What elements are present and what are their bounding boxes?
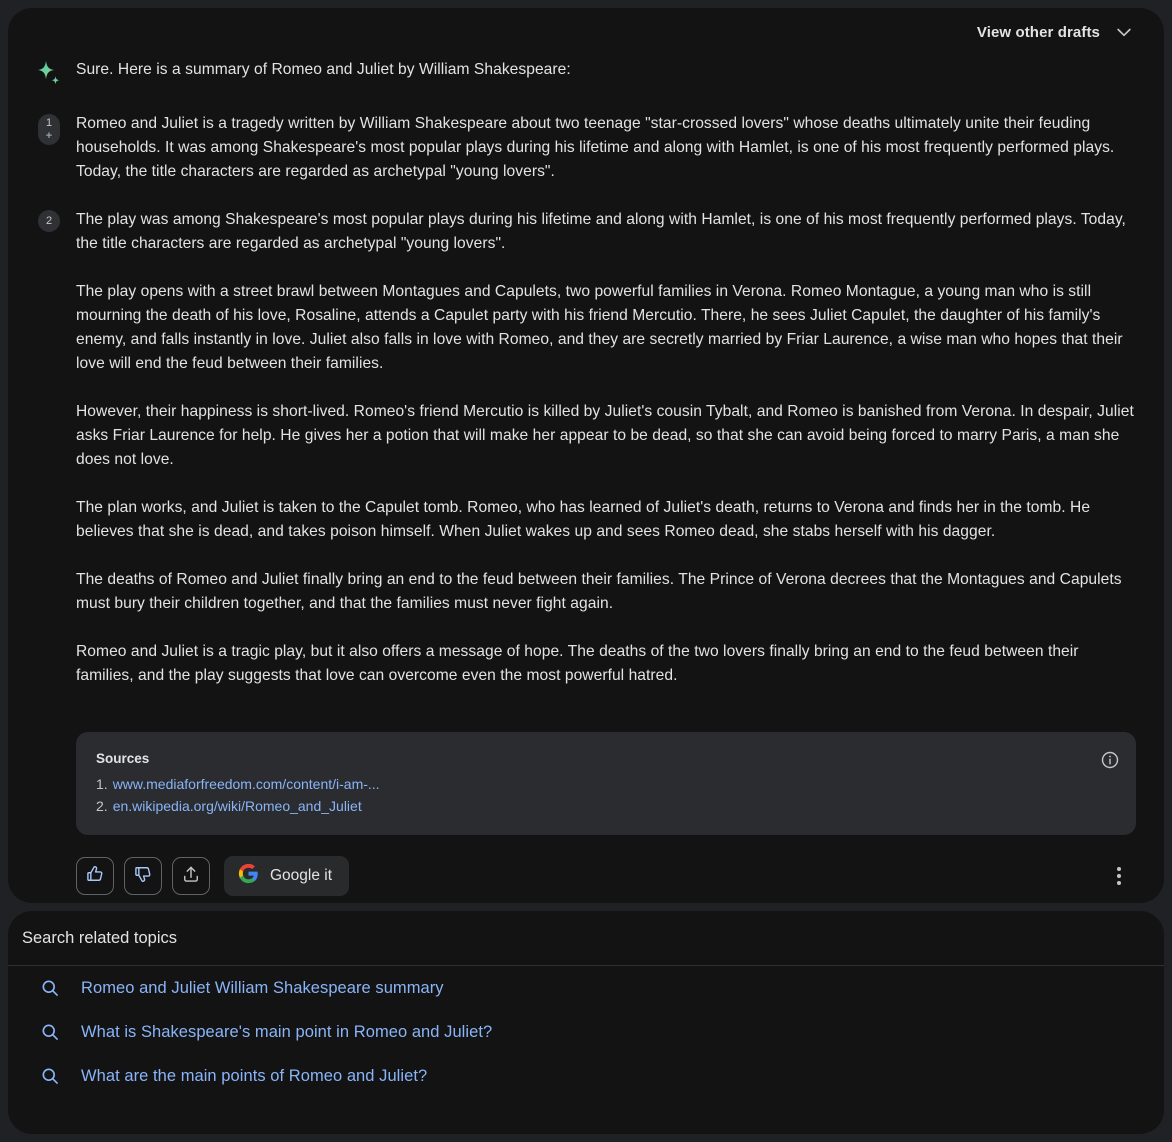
view-other-drafts-label: View other drafts bbox=[977, 24, 1100, 41]
empty-gutter bbox=[22, 280, 76, 282]
paragraph-text: Romeo and Juliet is a tragedy written by… bbox=[76, 112, 1136, 184]
google-logo-icon bbox=[238, 863, 259, 889]
view-other-drafts-button[interactable]: View other drafts bbox=[977, 22, 1134, 42]
paragraph-text: The deaths of Romeo and Juliet finally b… bbox=[76, 568, 1136, 616]
sources-panel: Sources 1. www.mediaforfreedom.com/conte… bbox=[76, 732, 1136, 835]
google-it-button[interactable]: Google it bbox=[224, 856, 349, 896]
paragraph-row-2: 2 The play was among Shakespeare's most … bbox=[8, 208, 1164, 256]
citation-expand-icon: + bbox=[46, 131, 52, 141]
citation-gutter-2: 2 bbox=[22, 208, 76, 232]
related-topics-heading: Search related topics bbox=[8, 911, 1164, 966]
paragraph-text: However, their happiness is short-lived.… bbox=[76, 400, 1136, 472]
paragraph-row-7: Romeo and Juliet is a tragic play, but i… bbox=[8, 640, 1164, 688]
avatar-gutter bbox=[22, 58, 76, 88]
paragraph-text: The plan works, and Juliet is taken to t… bbox=[76, 496, 1136, 544]
citation-badge-2[interactable]: 2 bbox=[38, 210, 60, 232]
citation-number: 2 bbox=[46, 215, 52, 227]
thumbs-down-button[interactable] bbox=[124, 857, 162, 895]
thumb-down-icon bbox=[133, 864, 153, 889]
paragraph-row-4: However, their happiness is short-lived.… bbox=[8, 400, 1164, 472]
empty-gutter bbox=[22, 400, 76, 402]
paragraph-row-5: The plan works, and Juliet is taken to t… bbox=[8, 496, 1164, 544]
source-link[interactable]: en.wikipedia.org/wiki/Romeo_and_Juliet bbox=[113, 795, 362, 817]
share-upload-icon bbox=[181, 864, 201, 889]
more-vertical-icon bbox=[1117, 874, 1121, 878]
response-body: Sure. Here is a summary of Romeo and Jul… bbox=[8, 58, 1164, 688]
paragraph-row-6: The deaths of Romeo and Juliet finally b… bbox=[8, 568, 1164, 616]
paragraph-text: Romeo and Juliet is a tragic play, but i… bbox=[76, 640, 1136, 688]
google-it-label: Google it bbox=[270, 867, 332, 885]
source-index: 1. bbox=[96, 773, 108, 795]
thumb-up-icon bbox=[85, 864, 105, 889]
more-vertical-icon bbox=[1117, 881, 1121, 885]
chevron-down-icon bbox=[1114, 22, 1134, 42]
related-topics-card: Search related topics Romeo and Juliet W… bbox=[8, 911, 1164, 1134]
empty-gutter bbox=[22, 568, 76, 570]
citation-badge-1[interactable]: 1 + bbox=[38, 114, 60, 145]
source-item: 2. en.wikipedia.org/wiki/Romeo_and_Julie… bbox=[96, 795, 1116, 817]
source-index: 2. bbox=[96, 795, 108, 817]
sparkle-icon bbox=[35, 60, 63, 88]
related-topic-item-3[interactable]: What are the main points of Romeo and Ju… bbox=[8, 1054, 1164, 1098]
paragraph-text: The play opens with a street brawl betwe… bbox=[76, 280, 1136, 376]
search-icon bbox=[40, 1022, 60, 1042]
paragraph-row-3: The play opens with a street brawl betwe… bbox=[8, 280, 1164, 376]
paragraph-text: The play was among Shakespeare's most po… bbox=[76, 208, 1136, 256]
search-icon bbox=[40, 978, 60, 998]
source-item: 1. www.mediaforfreedom.com/content/i-am-… bbox=[96, 773, 1116, 795]
more-options-button[interactable] bbox=[1104, 860, 1134, 892]
citation-gutter-1: 1 + bbox=[22, 112, 76, 145]
related-topic-label: What are the main points of Romeo and Ju… bbox=[81, 1067, 427, 1086]
empty-gutter bbox=[22, 496, 76, 498]
action-bar: Google it bbox=[76, 856, 349, 896]
source-link[interactable]: www.mediaforfreedom.com/content/i-am-... bbox=[113, 773, 380, 795]
more-vertical-icon bbox=[1117, 867, 1121, 871]
intro-text: Sure. Here is a summary of Romeo and Jul… bbox=[76, 58, 1136, 82]
citation-number: 1 bbox=[46, 117, 52, 129]
empty-gutter bbox=[22, 640, 76, 642]
bard-response-page: View other drafts bbox=[0, 0, 1172, 1142]
related-topic-label: Romeo and Juliet William Shakespeare sum… bbox=[81, 979, 444, 998]
related-topic-item-2[interactable]: What is Shakespeare's main point in Rome… bbox=[8, 1010, 1164, 1054]
thumbs-up-button[interactable] bbox=[76, 857, 114, 895]
related-topic-item-1[interactable]: Romeo and Juliet William Shakespeare sum… bbox=[8, 966, 1164, 1010]
related-topic-label: What is Shakespeare's main point in Rome… bbox=[81, 1023, 492, 1042]
paragraph-row-1: 1 + Romeo and Juliet is a tragedy writte… bbox=[8, 112, 1164, 184]
info-icon[interactable] bbox=[1100, 750, 1120, 770]
intro-row: Sure. Here is a summary of Romeo and Jul… bbox=[8, 58, 1164, 88]
sources-title: Sources bbox=[96, 751, 1116, 766]
response-card: View other drafts bbox=[8, 8, 1164, 903]
search-icon bbox=[40, 1066, 60, 1086]
share-button[interactable] bbox=[172, 857, 210, 895]
